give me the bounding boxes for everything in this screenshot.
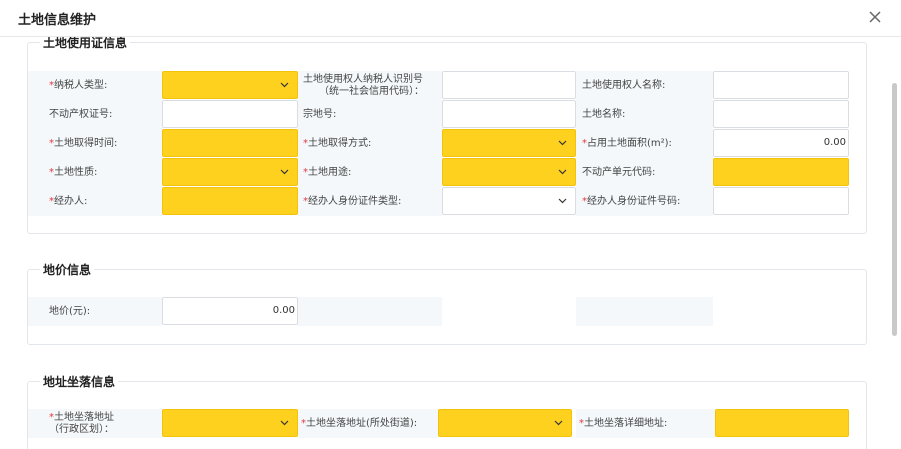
price-label: 地价(元): <box>28 297 162 326</box>
dialog-header: 土地信息维护 <box>0 0 901 37</box>
section-title: 地址坐落信息 <box>40 374 119 390</box>
taxpayer-type-select[interactable] <box>162 71 298 99</box>
chevron-down-icon <box>558 169 567 175</box>
close-icon[interactable] <box>867 9 883 25</box>
acquire-method-select[interactable] <box>442 129 576 157</box>
land-price-section: 地价信息 地价(元): 0.00 <box>27 262 867 345</box>
nature-select[interactable] <box>162 158 298 186</box>
chevron-down-icon <box>280 82 289 88</box>
area-label: * 占用土地面积(m²): <box>576 129 713 158</box>
user-name-input[interactable] <box>713 71 849 99</box>
chevron-down-icon <box>280 169 289 175</box>
chevron-down-icon <box>558 198 567 204</box>
unit-code-label: 不动产单元代码: <box>576 158 713 187</box>
empty-label-cell <box>298 297 442 326</box>
land-name-label: 土地名称: <box>576 100 713 129</box>
usage-select[interactable] <box>442 158 576 186</box>
price-input[interactable]: 0.00 <box>162 297 298 325</box>
detail-address-input[interactable] <box>715 409 849 437</box>
district-select[interactable] <box>162 409 298 437</box>
chevron-down-icon <box>280 420 289 426</box>
handler-id-no-input[interactable] <box>713 187 849 215</box>
street-label: * 土地坐落地址(所处街道): <box>298 409 438 438</box>
street-select[interactable] <box>438 409 572 437</box>
vertical-scrollbar[interactable] <box>892 83 897 336</box>
user-taxid-input[interactable] <box>442 71 576 99</box>
property-cert-label: 不动产权证号: <box>28 100 162 129</box>
dialog-body: 土地使用证信息 * 纳税人类型: 土地使用权人纳税人识别号 （统一社会信用代码）：… <box>0 37 901 449</box>
taxpayer-type-label: * 纳税人类型: <box>28 71 162 100</box>
handler-id-no-label: * 经办人身份证件号码: <box>576 187 713 216</box>
parcel-no-label: 宗地号: <box>298 100 442 129</box>
unit-code-input[interactable] <box>713 158 849 186</box>
parcel-no-input[interactable] <box>442 100 576 128</box>
section-title: 土地使用证信息 <box>40 37 131 51</box>
district-label: *土地坐落地址 （行政区划）： <box>28 409 162 438</box>
handler-id-type-select[interactable] <box>442 187 576 215</box>
land-cert-section: 土地使用证信息 * 纳税人类型: 土地使用权人纳税人识别号 （统一社会信用代码）：… <box>27 37 867 234</box>
user-taxid-label: 土地使用权人纳税人识别号 （统一社会信用代码）： <box>298 71 442 100</box>
area-input[interactable]: 0.00 <box>713 129 849 157</box>
handler-input[interactable] <box>162 187 298 215</box>
chevron-down-icon <box>558 140 567 146</box>
handler-id-type-label: * 经办人身份证件类型: <box>298 187 442 216</box>
usage-label: * 土地用途: <box>298 158 442 187</box>
nature-label: * 土地性质: <box>28 158 162 187</box>
acquire-method-label: * 土地取得方式: <box>298 129 442 158</box>
detail-address-label: * 土地坐落详细地址: <box>576 409 715 438</box>
chevron-down-icon <box>554 420 563 426</box>
land-name-input[interactable] <box>713 100 849 128</box>
acquire-time-input[interactable] <box>162 129 298 157</box>
empty-label-cell <box>576 297 713 326</box>
section-title: 地价信息 <box>40 262 95 278</box>
property-cert-input[interactable] <box>162 100 298 128</box>
dialog-title: 土地信息维护 <box>18 13 97 28</box>
handler-label: * 经办人: <box>28 187 162 216</box>
acquire-time-label: * 土地取得时间: <box>28 129 162 158</box>
user-name-label: 土地使用权人名称: <box>576 71 713 100</box>
land-address-section: 地址坐落信息 *土地坐落地址 （行政区划）： * 土地坐落地址(所处街道): * 土… <box>27 374 867 449</box>
